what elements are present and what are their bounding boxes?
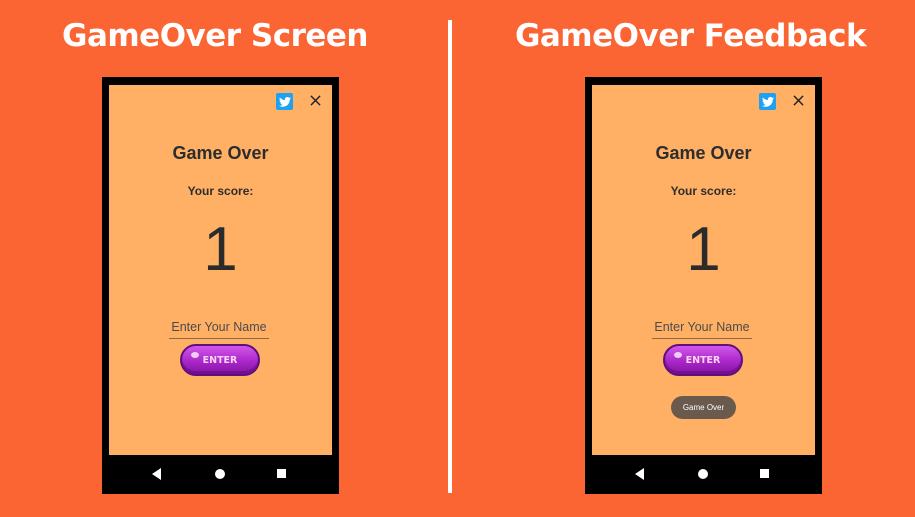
button-gloss bbox=[191, 352, 199, 358]
nav-home-icon[interactable] bbox=[214, 468, 226, 480]
heading-gameover-feedback: GameOver Feedback bbox=[514, 18, 867, 54]
enter-button-label: ENTER bbox=[202, 354, 238, 366]
enter-button-label: ENTER bbox=[685, 354, 721, 366]
score-label: Your score: bbox=[670, 184, 737, 198]
enter-button[interactable]: ENTER bbox=[663, 344, 743, 376]
nav-back-icon[interactable] bbox=[152, 468, 162, 480]
nav-back-icon[interactable] bbox=[635, 468, 645, 480]
game-over-title: Game Over bbox=[172, 143, 269, 163]
close-icon[interactable] bbox=[787, 89, 809, 111]
phone-gameover-screen: Game Over Your score: 1 ENTER bbox=[102, 77, 339, 494]
game-over-title: Game Over bbox=[655, 143, 752, 163]
nav-recents-icon[interactable] bbox=[759, 468, 770, 479]
nav-recents-icon[interactable] bbox=[276, 468, 287, 479]
score-label: Your score: bbox=[187, 184, 254, 198]
twitter-icon[interactable] bbox=[276, 93, 293, 110]
score-value: 1 bbox=[686, 215, 721, 284]
close-icon[interactable] bbox=[304, 89, 326, 111]
enter-button[interactable]: ENTER bbox=[180, 344, 260, 376]
nav-home-icon[interactable] bbox=[697, 468, 709, 480]
name-input[interactable] bbox=[169, 316, 269, 339]
heading-gameover-screen: GameOver Screen bbox=[62, 18, 368, 54]
android-nav-bar bbox=[102, 455, 339, 494]
twitter-icon[interactable] bbox=[759, 93, 776, 110]
score-value: 1 bbox=[203, 215, 238, 284]
android-nav-bar bbox=[585, 455, 822, 494]
game-over-feedback-screen: Game Over Your score: 1 ENTER Game Over bbox=[592, 85, 815, 455]
game-over-screen: Game Over Your score: 1 ENTER bbox=[109, 85, 332, 455]
toast-message: Game Over bbox=[671, 396, 736, 419]
divider bbox=[448, 20, 452, 493]
button-gloss bbox=[674, 352, 682, 358]
name-input[interactable] bbox=[652, 316, 752, 339]
phone-gameover-feedback: Game Over Your score: 1 ENTER Game Over bbox=[585, 77, 822, 494]
